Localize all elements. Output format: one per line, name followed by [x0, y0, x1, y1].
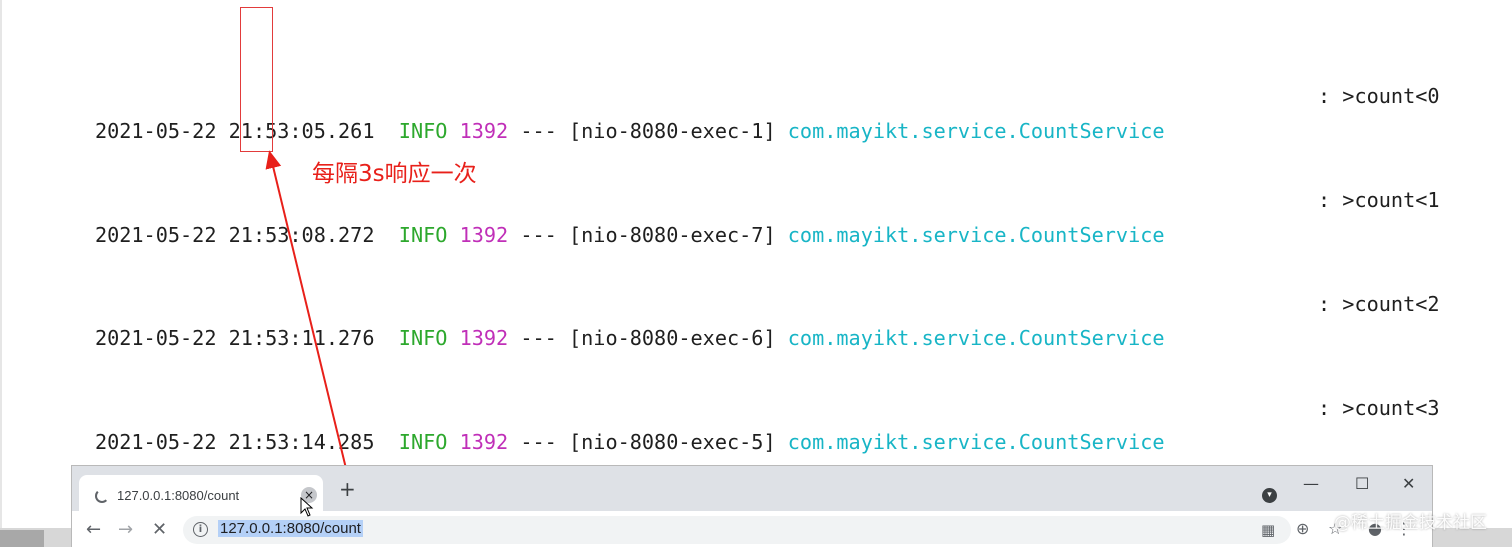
url-text[interactable]: 127.0.0.1:8080/count [218, 520, 363, 537]
mouse-cursor-icon [300, 497, 314, 517]
log-level: INFO [398, 430, 448, 455]
log-line: 2021-05-22 21:53:08.272 INFO 1392 --- [n… [22, 183, 1440, 247]
log-separator: --- [520, 326, 557, 351]
log-pid: 1392 [459, 222, 509, 247]
log-pid: 1392 [459, 430, 509, 455]
log-timestamp: 2021-05-22 21:53:11.276 [94, 326, 375, 351]
info-icon[interactable]: i [193, 522, 208, 537]
log-separator: --- [520, 118, 557, 143]
log-message: : >count<3 [1318, 395, 1440, 420]
bottom-strip-left [0, 530, 44, 547]
log-line: 2021-05-22 21:53:14.285 INFO 1392 --- [n… [22, 391, 1440, 455]
log-thread: [nio-8080-exec-6] [568, 326, 776, 351]
log-timestamp: 2021-05-22 21:53:08.272 [94, 222, 375, 247]
log-line: 2021-05-22 21:53:11.276 INFO 1392 --- [n… [22, 287, 1440, 351]
stop-loading-button[interactable]: ✕ [152, 519, 167, 540]
log-message: : >count<2 [1318, 291, 1440, 316]
log-pid: 1392 [459, 326, 509, 351]
forward-button[interactable]: → [118, 519, 133, 540]
log-separator: --- [520, 430, 557, 455]
log-thread: [nio-8080-exec-7] [568, 222, 776, 247]
log-message: : >count<0 [1318, 84, 1440, 109]
log-logger: com.mayikt.service.CountService [787, 222, 1165, 247]
log-timestamp: 2021-05-22 21:53:05.261 [94, 118, 375, 143]
log-message: : >count<1 [1318, 187, 1440, 212]
log-thread: [nio-8080-exec-5] [568, 430, 776, 455]
log-thread: [nio-8080-exec-1] [568, 118, 776, 143]
log-logger: com.mayikt.service.CountService [787, 118, 1165, 143]
browser-tab[interactable]: 127.0.0.1:8080/count × [79, 475, 323, 511]
console-log: 2021-05-22 21:53:05.261 INFO 1392 --- [n… [22, 10, 1440, 494]
log-level: INFO [398, 118, 448, 143]
seconds-highlight-box [240, 7, 273, 152]
tab-search-icon[interactable]: ▾ [1262, 488, 1277, 503]
log-separator: --- [520, 222, 557, 247]
tab-title: 127.0.0.1:8080/count [117, 488, 240, 503]
back-button[interactable]: ← [86, 519, 101, 540]
log-pid: 1392 [459, 118, 509, 143]
log-level: INFO [398, 222, 448, 247]
log-timestamp: 2021-05-22 21:53:14.285 [94, 430, 375, 455]
browser-window: 127.0.0.1:8080/count × + ▾ — ☐ ✕ ← → ✕ i… [71, 465, 1433, 547]
log-logger: com.mayikt.service.CountService [787, 430, 1165, 455]
log-line: 2021-05-22 21:53:05.261 INFO 1392 --- [n… [22, 79, 1440, 143]
browser-toolbar: ← → ✕ i 127.0.0.1:8080/count ▦ ⊕ ☆ ● ⋮ [72, 511, 1432, 547]
new-tab-button[interactable]: + [339, 479, 356, 499]
watermark: @稀土掘金技术社区 [1334, 513, 1487, 533]
close-window-button[interactable]: ✕ [1402, 474, 1415, 493]
minimize-button[interactable]: — [1303, 474, 1319, 493]
annotation-label: 每隔3s响应一次 [312, 161, 477, 187]
loading-spinner-icon [95, 489, 109, 503]
qr-code-icon[interactable]: ▦ [1261, 521, 1275, 539]
console-pane-edge [0, 0, 2, 547]
log-logger: com.mayikt.service.CountService [787, 326, 1165, 351]
maximize-button[interactable]: ☐ [1355, 474, 1369, 493]
zoom-icon[interactable]: ⊕ [1296, 519, 1309, 538]
address-bar[interactable]: i 127.0.0.1:8080/count ▦ [183, 516, 1291, 544]
screen: 2021-05-22 21:53:05.261 INFO 1392 --- [n… [0, 0, 1512, 547]
log-level: INFO [398, 326, 448, 351]
